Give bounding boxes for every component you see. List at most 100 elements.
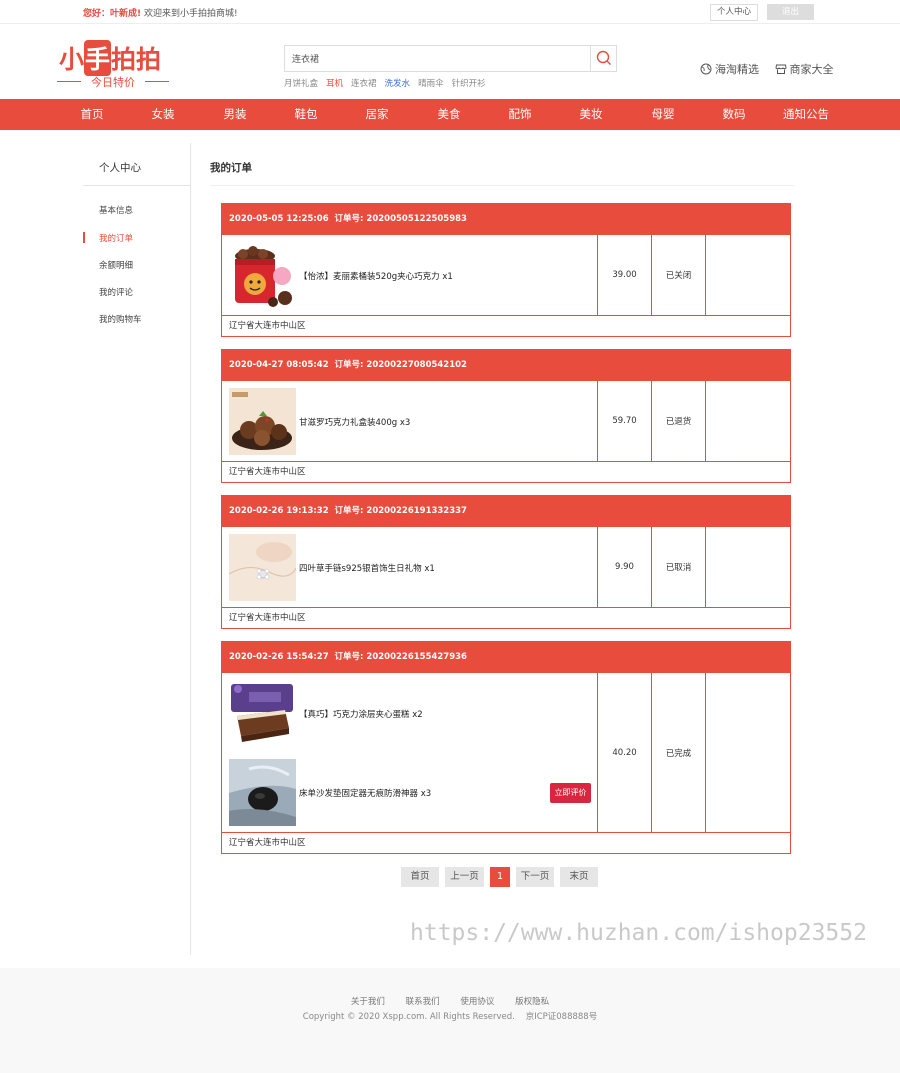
order-price: 9.90 bbox=[598, 527, 652, 607]
order-product[interactable]: 床单沙发垫固定器无痕防滑神器 x3 立即评价 bbox=[229, 759, 591, 826]
merchants-link[interactable]: 商家大全 bbox=[774, 61, 834, 77]
nav-item-food[interactable]: 美食 bbox=[419, 99, 479, 130]
order-address: 辽宁省大连市中山区 bbox=[229, 321, 306, 331]
greeting-user: 您好：叶新成! bbox=[83, 9, 142, 19]
search-icon bbox=[596, 50, 611, 65]
sidebar-divider bbox=[83, 185, 190, 186]
product-image[interactable] bbox=[229, 242, 296, 309]
hotword[interactable]: 月饼礼盒 bbox=[284, 79, 318, 89]
order-card: 2020-02-26 19:13:32 订单号: 202002261913323… bbox=[221, 495, 791, 629]
copyright-text: Copyright © 2020 Xspp.com. All Rights Re… bbox=[302, 1012, 515, 1022]
nav-item-women[interactable]: 女装 bbox=[133, 99, 193, 130]
sidebar-item-comments[interactable]: 我的评论 bbox=[99, 286, 133, 298]
product-image[interactable] bbox=[229, 759, 296, 826]
footer-link-about[interactable]: 关于我们 bbox=[351, 997, 385, 1007]
product-image[interactable] bbox=[229, 534, 296, 601]
nav-item-bags[interactable]: 鞋包 bbox=[276, 99, 336, 130]
sidebar-item-cart[interactable]: 我的购物车 bbox=[99, 313, 142, 325]
order-datetime: 2020-04-27 08:05:42 bbox=[229, 360, 329, 370]
order-number-label: 订单号: bbox=[334, 360, 364, 370]
product-name[interactable]: 甘滋罗巧克力礼盒装400g x3 bbox=[299, 416, 410, 428]
order-header: 2020-02-26 15:54:27 订单号: 202002261554279… bbox=[222, 642, 790, 673]
order-status: 已取消 bbox=[652, 527, 706, 607]
nav-item-home-living[interactable]: 居家 bbox=[347, 99, 407, 130]
overseas-link[interactable]: 海淘精选 bbox=[700, 61, 759, 77]
footer-links: 关于我们 联系我们 使用协议 版权隐私 bbox=[0, 995, 900, 1007]
page-title: 我的订单 bbox=[210, 162, 252, 174]
hotword[interactable]: 连衣裙 bbox=[351, 79, 377, 89]
sidebar-item-orders[interactable]: 我的订单 bbox=[99, 232, 133, 244]
order-actions bbox=[706, 381, 790, 461]
nav-item-digital[interactable]: 数码 bbox=[704, 99, 764, 130]
order-body: 四叶草手链s925银首饰生日礼物 x1 9.90 已取消 bbox=[222, 527, 790, 608]
hotword[interactable]: 晴雨伞 bbox=[418, 79, 444, 89]
hotword[interactable]: 洗发水 bbox=[385, 79, 411, 89]
order-items: 甘滋罗巧克力礼盒装400g x3 bbox=[222, 381, 598, 461]
footer: 关于我们 联系我们 使用协议 版权隐私 Copyright © 2020 Xsp… bbox=[0, 968, 900, 1073]
sidebar-item-balance[interactable]: 余额明细 bbox=[99, 259, 133, 271]
order-datetime: 2020-02-26 19:13:32 bbox=[229, 506, 329, 516]
order-actions bbox=[706, 673, 790, 832]
order-number: 20200226191332337 bbox=[366, 506, 467, 516]
order-datetime: 2020-05-05 12:25:06 bbox=[229, 214, 329, 224]
footer-link-privacy[interactable]: 版权隐私 bbox=[515, 997, 549, 1007]
nav-item-home[interactable]: 首页 bbox=[62, 99, 122, 130]
pagination-next[interactable]: 下一页 bbox=[516, 867, 554, 887]
nav-item-accessories[interactable]: 配饰 bbox=[490, 99, 550, 130]
order-product[interactable]: 【真巧】巧克力涂层夹心蛋糕 x2 bbox=[229, 680, 589, 747]
shop-icon bbox=[774, 64, 787, 74]
order-actions bbox=[706, 235, 790, 315]
main-nav: 首页 女装 男装 鞋包 居家 美食 配饰 美妆 母婴 数码 通知公告 bbox=[0, 99, 900, 130]
order-product[interactable]: 甘滋罗巧克力礼盒装400g x3 bbox=[229, 388, 589, 455]
pagination-first[interactable]: 首页 bbox=[401, 867, 439, 887]
logo-char-rest: 拍拍 bbox=[111, 45, 162, 74]
order-address: 辽宁省大连市中山区 bbox=[229, 613, 306, 623]
order-address: 辽宁省大连市中山区 bbox=[229, 838, 306, 848]
icp-number: 京ICP证088888号 bbox=[525, 1012, 598, 1022]
order-items: 四叶草手链s925银首饰生日礼物 x1 bbox=[222, 527, 598, 607]
user-center-button[interactable]: 个人中心 bbox=[710, 4, 758, 21]
search-input[interactable] bbox=[285, 46, 591, 71]
pagination-last[interactable]: 末页 bbox=[560, 867, 598, 887]
top-bar: 您好：叶新成! 欢迎来到小手拍拍商城! 个人中心 退出 bbox=[0, 0, 900, 24]
watermark: https://www.huzhan.com/ishop23552 bbox=[410, 920, 867, 946]
order-items: 【真巧】巧克力涂层夹心蛋糕 x2 床单沙发垫固定器无痕防滑神器 x3 立即评价 bbox=[222, 673, 598, 832]
product-name[interactable]: 【怡浓】麦丽素桶装520g夹心巧克力 x1 bbox=[299, 270, 453, 282]
pagination-prev[interactable]: 上一页 bbox=[445, 867, 484, 887]
overseas-link-label: 海淘精选 bbox=[715, 63, 759, 76]
product-image[interactable] bbox=[229, 680, 296, 747]
nav-item-men[interactable]: 男装 bbox=[205, 99, 265, 130]
greeting: 您好：叶新成! 欢迎来到小手拍拍商城! bbox=[83, 6, 238, 19]
order-address: 辽宁省大连市中山区 bbox=[229, 467, 306, 477]
pagination-current[interactable]: 1 bbox=[490, 867, 510, 887]
nav-item-notices[interactable]: 通知公告 bbox=[776, 99, 836, 130]
order-price: 40.20 bbox=[598, 673, 652, 832]
order-header: 2020-02-26 19:13:32 订单号: 202002261913323… bbox=[222, 496, 790, 527]
logo-subtitle: 今日特价 bbox=[57, 74, 169, 90]
hotword[interactable]: 针织开衫 bbox=[452, 79, 486, 89]
order-items: 【怡浓】麦丽素桶装520g夹心巧克力 x1 bbox=[222, 235, 598, 315]
nav-item-baby[interactable]: 母婴 bbox=[633, 99, 693, 130]
order-card: 2020-02-26 15:54:27 订单号: 202002261554279… bbox=[221, 641, 791, 854]
footer-link-contact[interactable]: 联系我们 bbox=[406, 997, 440, 1007]
product-name[interactable]: 四叶草手链s925银首饰生日礼物 x1 bbox=[299, 562, 435, 574]
logout-button[interactable]: 退出 bbox=[767, 4, 814, 20]
order-number: 20200505122505983 bbox=[366, 214, 467, 224]
sidebar-item-basic-info[interactable]: 基本信息 bbox=[99, 204, 133, 216]
order-actions bbox=[706, 527, 790, 607]
review-button[interactable]: 立即评价 bbox=[550, 783, 591, 803]
order-status: 已关闭 bbox=[652, 235, 706, 315]
order-number: 20200226155427936 bbox=[366, 652, 467, 662]
order-product[interactable]: 【怡浓】麦丽素桶装520g夹心巧克力 x1 bbox=[229, 242, 589, 309]
product-name[interactable]: 床单沙发垫固定器无痕防滑神器 x3 bbox=[299, 787, 431, 799]
search-button[interactable] bbox=[590, 46, 616, 71]
order-header: 2020-04-27 08:05:42 订单号: 202002270805421… bbox=[222, 350, 790, 381]
product-name[interactable]: 【真巧】巧克力涂层夹心蛋糕 x2 bbox=[299, 708, 423, 720]
footer-link-terms[interactable]: 使用协议 bbox=[460, 997, 494, 1007]
search-box bbox=[284, 45, 617, 72]
site-logo[interactable]: 小手拍拍 今日特价 bbox=[57, 36, 169, 92]
nav-item-beauty[interactable]: 美妆 bbox=[561, 99, 621, 130]
hotword[interactable]: 耳机 bbox=[326, 79, 343, 89]
order-product[interactable]: 四叶草手链s925银首饰生日礼物 x1 bbox=[229, 534, 589, 601]
product-image[interactable] bbox=[229, 388, 296, 455]
